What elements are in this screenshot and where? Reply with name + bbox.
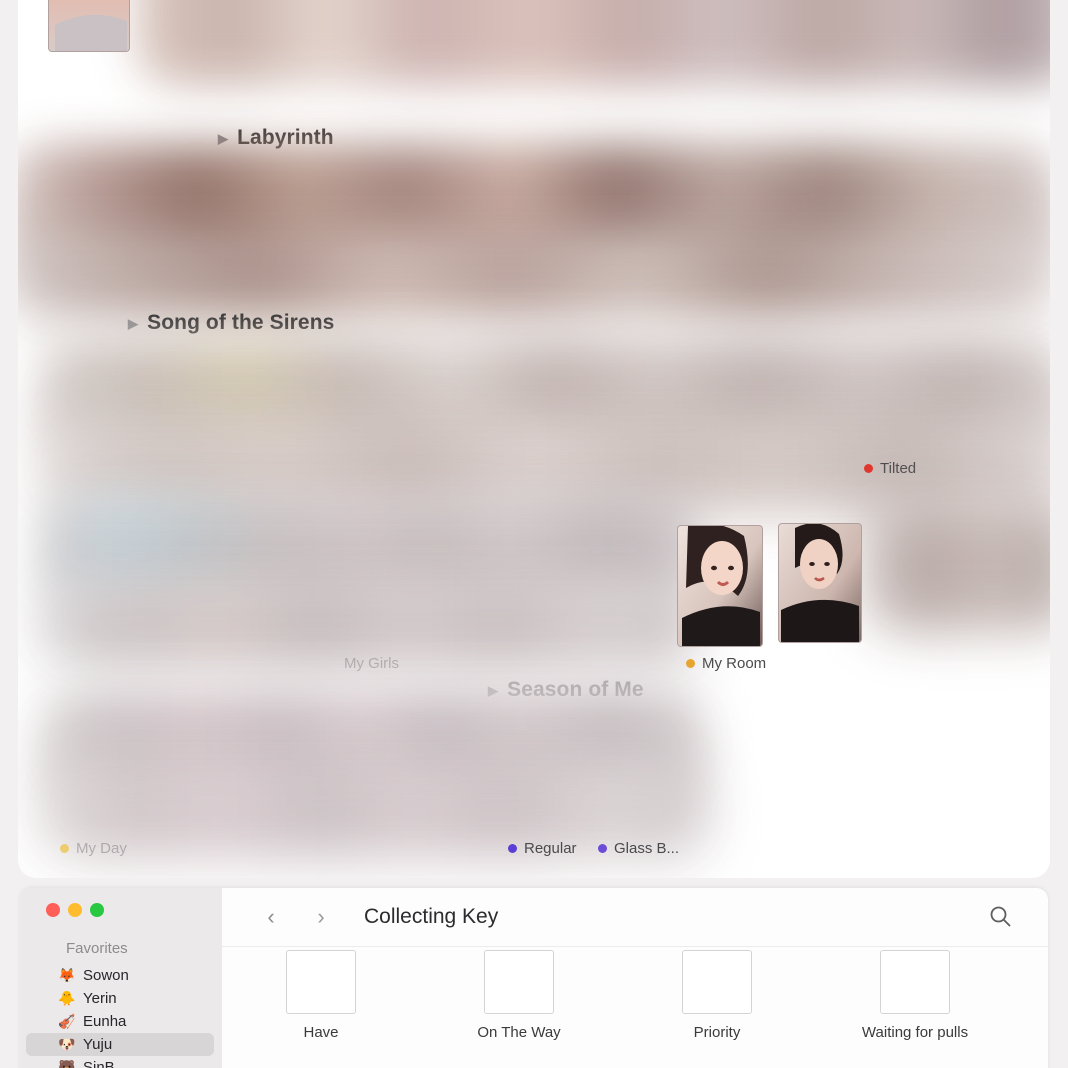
- legend-glass-bead[interactable]: Glass B...: [598, 840, 679, 857]
- screenshot-root: ▶ Labyrinth ▶ Song of the Sirens Tilted: [0, 0, 1068, 1068]
- disclosure-triangle-icon: ▶: [218, 130, 229, 146]
- sidebar-item-yerin[interactable]: 🐥 Yerin: [20, 987, 222, 1010]
- finder-window: Favorites 🦊 Sowon 🐥 Yerin 🎻 Eunha 🐶 Yuju: [20, 888, 1048, 1068]
- zoom-button[interactable]: [90, 903, 104, 917]
- sidebar-item-yuju[interactable]: 🐶 Yuju: [26, 1033, 214, 1056]
- disclosure-triangle-icon: ▶: [128, 315, 139, 331]
- sidebar-item-sinb[interactable]: 🐻 SinB: [20, 1056, 222, 1068]
- photo-thumbnail-my-room-2[interactable]: [778, 523, 862, 643]
- legend-color-dot: [864, 464, 873, 473]
- legend-tilted[interactable]: Tilted: [864, 460, 916, 477]
- sidebar-item-label: Yuju: [83, 1036, 113, 1053]
- window-title: Collecting Key: [364, 905, 499, 928]
- search-icon[interactable]: [988, 904, 1012, 928]
- sidebar-item-eunha[interactable]: 🎻 Eunha: [20, 1010, 222, 1033]
- sidebar-item-label: Sowon: [83, 967, 129, 984]
- photo-thumbnail-image: [678, 526, 762, 646]
- section-label: Song of the Sirens: [147, 311, 335, 334]
- forward-button[interactable]: ›: [304, 906, 338, 928]
- photo-thumbnail-my-room-1[interactable]: [677, 525, 763, 647]
- sidebar-favorites-list: 🦊 Sowon 🐥 Yerin 🎻 Eunha 🐶 Yuju 🐻 SinB: [20, 964, 222, 1068]
- folder-icon: [484, 950, 554, 1014]
- file-label: On The Way: [477, 1024, 561, 1041]
- legend-label: My Room: [702, 655, 767, 672]
- file-label: Priority: [693, 1024, 741, 1041]
- sidebar-item-label: Yerin: [83, 990, 117, 1007]
- section-song-of-the-sirens[interactable]: ▶ Song of the Sirens: [128, 311, 334, 335]
- blurred-photo-row-4c: [864, 502, 1050, 632]
- blurred-photo-row-1: [136, 0, 1050, 86]
- folder-icon: [682, 950, 752, 1014]
- legend-my-room[interactable]: My Room: [686, 655, 766, 672]
- finder-main-area: ‹ › Collecting Key Have On The Way Prior…: [222, 888, 1048, 1068]
- photo-thumbnail-top-left[interactable]: [48, 0, 130, 52]
- legend-regular[interactable]: Regular: [508, 840, 577, 857]
- legend-my-day[interactable]: My Day: [60, 840, 127, 857]
- window-traffic-lights: [46, 903, 104, 917]
- legend-label: My Girls: [344, 655, 399, 672]
- file-label: Have: [303, 1024, 339, 1041]
- sidebar-item-sowon[interactable]: 🦊 Sowon: [20, 964, 222, 987]
- album-collection-panel: ▶ Labyrinth ▶ Song of the Sirens Tilted: [18, 0, 1050, 878]
- legend-color-dot: [60, 844, 69, 853]
- legend-label: My Day: [76, 840, 127, 857]
- folder-icon: [880, 950, 950, 1014]
- file-grid: Have On The Way Priority Waiting for pul…: [222, 950, 1048, 1041]
- file-item-on-the-way[interactable]: On The Way: [420, 950, 618, 1041]
- sidebar-header: Favorites: [66, 940, 128, 957]
- dog-icon: 🐶: [58, 1036, 76, 1052]
- photo-thumbnail-image: [49, 0, 129, 51]
- blurred-photo-row-2b: [18, 230, 1050, 320]
- chick-icon: 🐥: [58, 990, 76, 1006]
- back-button[interactable]: ‹: [254, 906, 288, 928]
- file-item-priority[interactable]: Priority: [618, 950, 816, 1041]
- legend-label: Tilted: [880, 460, 917, 477]
- minimize-button[interactable]: [68, 903, 82, 917]
- fox-icon: 🦊: [58, 967, 76, 983]
- file-label: Waiting for pulls: [861, 1024, 969, 1041]
- legend-label: Regular: [524, 840, 577, 857]
- photo-thumbnail-image: [779, 524, 861, 642]
- close-button[interactable]: [46, 903, 60, 917]
- bear-icon: 🐻: [58, 1059, 76, 1068]
- file-item-waiting-for-pulls[interactable]: Waiting for pulls: [816, 950, 1014, 1041]
- sidebar-item-label: Eunha: [83, 1013, 127, 1030]
- finder-toolbar: ‹ › Collecting Key: [222, 888, 1048, 947]
- file-item-have[interactable]: Have: [222, 950, 420, 1041]
- sidebar-item-label: SinB: [83, 1059, 115, 1068]
- legend-my-girls[interactable]: My Girls: [344, 655, 399, 672]
- violin-icon: 🎻: [58, 1013, 76, 1029]
- legend-label: Glass B...: [614, 840, 680, 857]
- finder-sidebar: Favorites 🦊 Sowon 🐥 Yerin 🎻 Eunha 🐶 Yuju: [20, 888, 223, 1068]
- legend-color-dot: [598, 844, 607, 853]
- legend-color-dot: [508, 844, 517, 853]
- legend-color-dot: [686, 659, 695, 668]
- folder-icon: [286, 950, 356, 1014]
